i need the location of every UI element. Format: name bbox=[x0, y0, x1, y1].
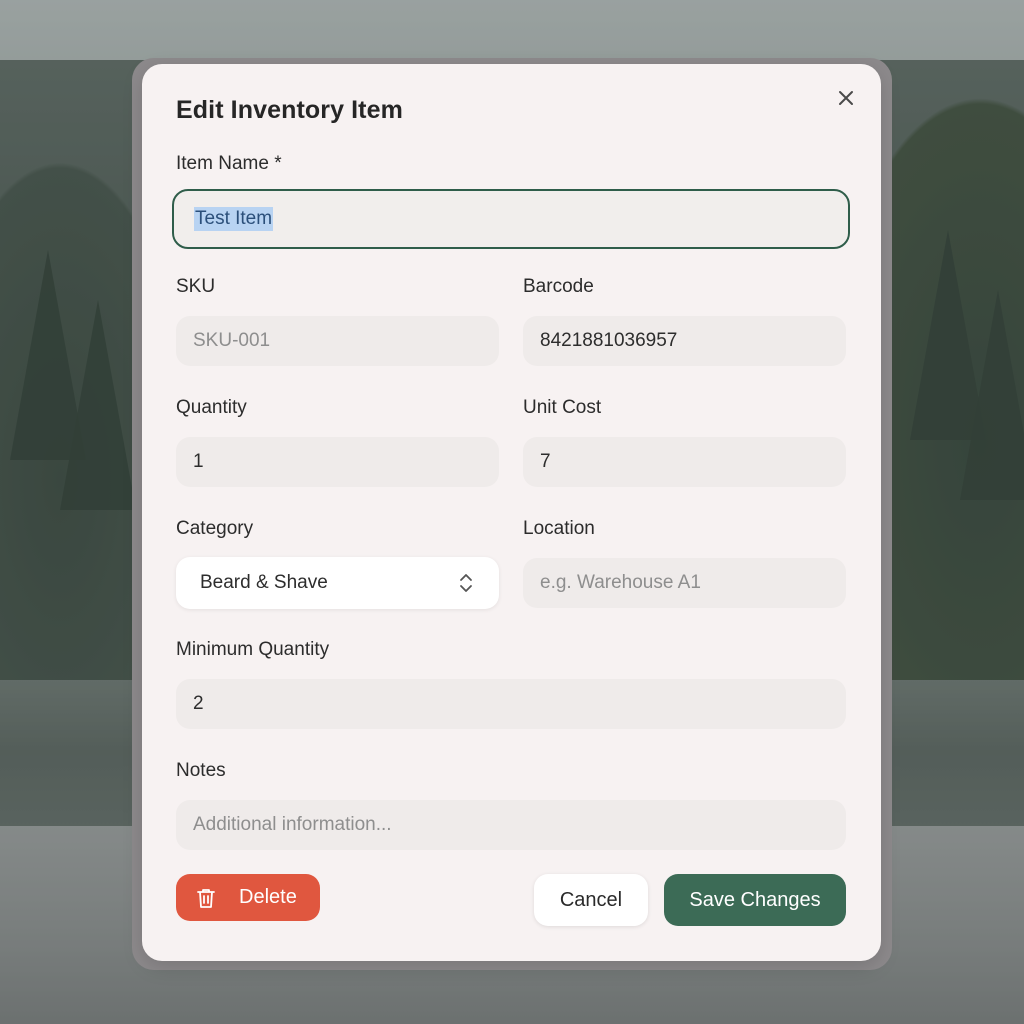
quantity-label: Quantity bbox=[176, 397, 247, 418]
sku-input[interactable]: SKU-001 bbox=[176, 316, 499, 366]
quantity-input[interactable]: 1 bbox=[176, 437, 499, 487]
cancel-button[interactable]: Cancel bbox=[534, 874, 648, 926]
category-select[interactable]: Beard & Shave bbox=[176, 557, 499, 609]
location-label: Location bbox=[523, 518, 595, 539]
trash-icon bbox=[197, 888, 215, 908]
chevron-up-down-icon bbox=[460, 574, 472, 592]
delete-button[interactable]: Delete bbox=[176, 874, 320, 921]
location-input[interactable]: e.g. Warehouse A1 bbox=[523, 558, 846, 608]
minimum-quantity-label: Minimum Quantity bbox=[176, 639, 330, 660]
minimum-quantity-input[interactable]: 2 bbox=[176, 679, 846, 729]
delete-button-label: Delete bbox=[239, 886, 297, 908]
category-label: Category bbox=[176, 518, 254, 539]
barcode-input[interactable]: 8421881036957 bbox=[523, 316, 846, 366]
barcode-label: Barcode bbox=[523, 276, 594, 297]
item-name-label: Item Name * bbox=[176, 153, 282, 174]
notes-input[interactable]: Additional information... bbox=[176, 800, 846, 850]
item-name-value: Test Item bbox=[194, 207, 274, 231]
close-icon[interactable] bbox=[834, 86, 858, 110]
category-value: Beard & Shave bbox=[200, 572, 328, 593]
notes-label: Notes bbox=[176, 760, 226, 781]
unit-cost-input[interactable]: 7 bbox=[523, 437, 846, 487]
sku-label: SKU bbox=[176, 276, 216, 297]
cancel-button-label: Cancel bbox=[559, 888, 623, 911]
edit-item-dialog: Edit Inventory Item Item Name * Test Ite… bbox=[142, 64, 881, 961]
dialog-title: Edit Inventory Item bbox=[176, 96, 403, 124]
save-changes-button-label: Save Changes bbox=[689, 888, 821, 911]
unit-cost-label: Unit Cost bbox=[523, 397, 602, 418]
item-name-input[interactable]: Test Item bbox=[172, 189, 850, 249]
save-changes-button[interactable]: Save Changes bbox=[664, 874, 846, 926]
